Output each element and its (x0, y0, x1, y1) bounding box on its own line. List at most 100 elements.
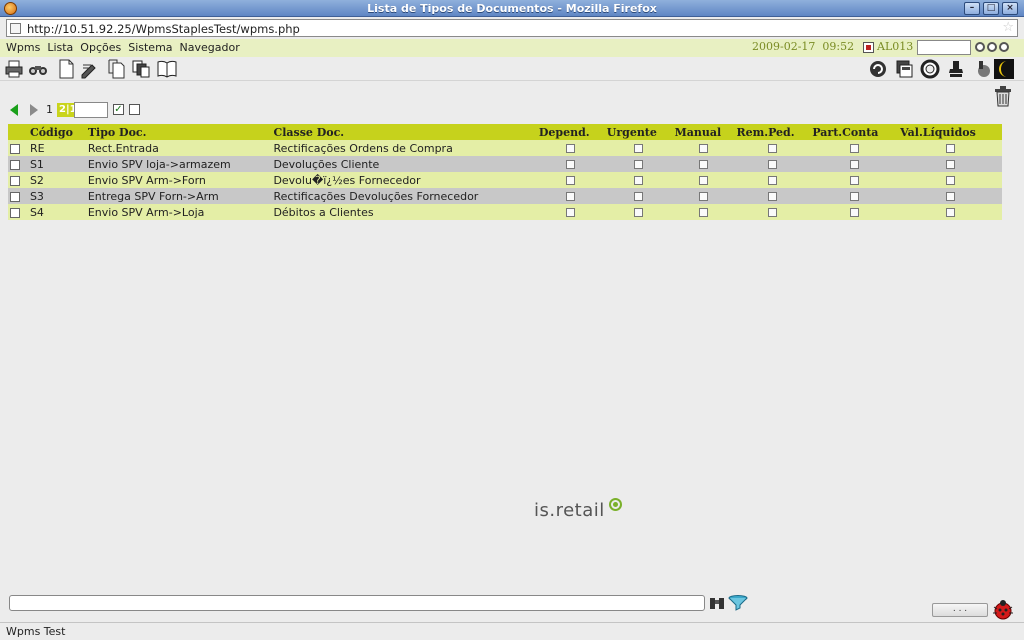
menu-opcoes[interactable]: Opções (80, 41, 121, 54)
select-all-checkbox[interactable]: ✓ (113, 104, 124, 115)
tools-icon[interactable] (972, 59, 992, 79)
urgente-checkbox[interactable] (634, 144, 644, 153)
part-conta-checkbox[interactable] (849, 208, 859, 217)
binoculars-icon[interactable] (28, 59, 48, 79)
col-tipo-doc[interactable]: Tipo Doc. (85, 124, 272, 140)
rem-ped-checkbox[interactable] (767, 160, 777, 169)
table-row[interactable]: RE Rect.Entrada Rectificações Ordens de … (8, 140, 1002, 156)
rem-ped-checkbox[interactable] (767, 192, 777, 201)
table-row[interactable]: S1 Envio SPV loja->armazem Devoluções Cl… (8, 156, 1002, 172)
urgente-checkbox[interactable] (634, 176, 644, 185)
rem-ped-checkbox[interactable] (767, 144, 777, 153)
page-current: 1 (46, 103, 53, 116)
manual-checkbox[interactable] (699, 208, 709, 217)
depend-checkbox[interactable] (566, 176, 576, 185)
row-select-checkbox[interactable] (10, 191, 20, 202)
col-manual[interactable]: Manual (672, 124, 735, 140)
page-input[interactable] (74, 102, 108, 118)
cell-classe-doc: Débitos a Clientes (271, 204, 537, 220)
moon-icon[interactable] (994, 59, 1014, 79)
urgente-checkbox[interactable] (634, 208, 644, 217)
cell-classe-doc: Rectificações Ordens de Compra (271, 140, 537, 156)
book-icon[interactable] (157, 59, 177, 79)
col-codigo[interactable]: Código (27, 124, 86, 140)
multi-copy-icon[interactable] (131, 59, 151, 79)
menu-wpms[interactable]: Wpms (6, 41, 40, 54)
val-liquidos-checkbox[interactable] (945, 176, 955, 185)
command-input[interactable] (9, 595, 705, 611)
row-select-checkbox[interactable] (10, 207, 20, 218)
stamp-icon[interactable] (946, 59, 966, 79)
bug-icon[interactable] (991, 598, 1015, 620)
cell-classe-doc: Rectificações Devoluções Fornecedor (271, 188, 537, 204)
depend-checkbox[interactable] (566, 192, 576, 201)
url-field[interactable]: http://10.51.92.25/WpmsStaplesTest/wpms.… (6, 19, 1018, 37)
manual-checkbox[interactable] (699, 160, 709, 169)
printer-icon[interactable] (4, 59, 24, 79)
menu-sistema[interactable]: Sistema (128, 41, 172, 54)
address-bar: http://10.51.92.25/WpmsStaplesTest/wpms.… (0, 17, 1024, 39)
table-row[interactable]: S3 Entrega SPV Forn->Arm Rectificações D… (8, 188, 1002, 204)
manual-checkbox[interactable] (699, 144, 709, 153)
manual-checkbox[interactable] (699, 176, 709, 185)
urgente-checkbox[interactable] (634, 192, 644, 201)
val-liquidos-checkbox[interactable] (945, 192, 955, 201)
depend-checkbox[interactable] (566, 160, 576, 169)
depend-checkbox[interactable] (566, 208, 576, 217)
quick-input[interactable] (917, 40, 971, 55)
val-liquidos-checkbox[interactable] (945, 160, 955, 169)
row-select-checkbox[interactable] (10, 159, 20, 170)
copy-icon[interactable] (106, 59, 126, 79)
next-page-icon[interactable] (30, 104, 38, 116)
prev-page-icon[interactable] (10, 104, 18, 116)
val-liquidos-checkbox[interactable] (945, 144, 955, 153)
depend-checkbox[interactable] (566, 144, 576, 153)
toggle-checkbox[interactable] (129, 104, 140, 115)
part-conta-checkbox[interactable] (849, 144, 859, 153)
col-classe-doc[interactable]: Classe Doc. (271, 124, 537, 140)
rem-ped-checkbox[interactable] (767, 176, 777, 185)
manual-checkbox[interactable] (699, 192, 709, 201)
minimize-button[interactable]: – (964, 2, 980, 15)
site-icon (10, 23, 21, 34)
url-text[interactable]: http://10.51.92.25/WpmsStaplesTest/wpms.… (27, 22, 300, 36)
status-text: Wpms Test (6, 625, 66, 638)
part-conta-checkbox[interactable] (849, 176, 859, 185)
binoculars-search-icon[interactable] (709, 595, 725, 611)
bookmark-star-icon[interactable]: ☆ (1002, 20, 1014, 35)
maximize-button[interactable]: □ (983, 2, 999, 15)
more-button[interactable]: . . . (932, 603, 988, 617)
dot-button-2[interactable] (987, 42, 997, 52)
refresh-icon[interactable] (868, 59, 888, 79)
table-row[interactable]: S4 Envio SPV Arm->Loja Débitos a Cliente… (8, 204, 1002, 220)
save-icon[interactable] (894, 59, 914, 79)
menu-lista[interactable]: Lista (47, 41, 73, 54)
rem-ped-checkbox[interactable] (767, 208, 777, 217)
close-button[interactable]: × (1002, 2, 1018, 15)
trash-icon[interactable] (992, 84, 1014, 108)
urgente-checkbox[interactable] (634, 160, 644, 169)
cell-classe-doc: Devoluções Cliente (271, 156, 537, 172)
lifebuoy-icon[interactable] (920, 59, 940, 79)
col-rem-ped[interactable]: Rem.Ped. (734, 124, 811, 140)
row-select-checkbox[interactable] (10, 175, 20, 186)
col-urgente[interactable]: Urgente (604, 124, 673, 140)
filter-icon[interactable] (728, 595, 748, 611)
part-conta-checkbox[interactable] (849, 160, 859, 169)
col-val-liquidos[interactable]: Val.Líquidos (898, 124, 1002, 140)
part-conta-checkbox[interactable] (849, 192, 859, 201)
dot-button-1[interactable] (975, 42, 985, 52)
status-bar: Wpms Test (0, 622, 1024, 640)
dot-button-3[interactable] (999, 42, 1009, 52)
edit-icon[interactable] (80, 59, 100, 79)
session-time: 09:52 (822, 40, 855, 53)
menu-navegador[interactable]: Navegador (180, 41, 240, 54)
col-part-conta[interactable]: Part.Conta (810, 124, 899, 140)
row-select-checkbox[interactable] (10, 143, 20, 154)
session-user: AL013 (877, 40, 914, 53)
new-document-icon[interactable] (56, 59, 76, 79)
table-row[interactable]: S2 Envio SPV Arm->Forn Devolu�ï¿½es Forn… (8, 172, 1002, 188)
col-depend[interactable]: Depend. (536, 124, 605, 140)
val-liquidos-checkbox[interactable] (945, 208, 955, 217)
cell-tipo-doc: Envio SPV loja->armazem (85, 156, 272, 172)
